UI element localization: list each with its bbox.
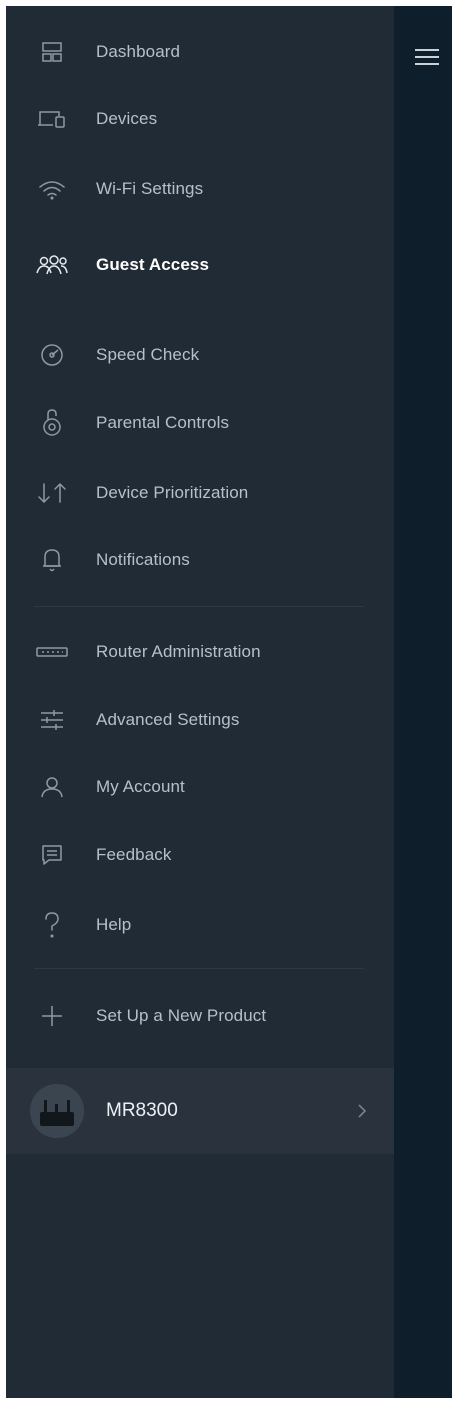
menu-item-speed-check[interactable]: Speed Check: [6, 327, 394, 383]
menu-item-label: Device Prioritization: [96, 483, 249, 502]
menu-item-label: Notifications: [96, 550, 190, 569]
menu-item-device-prioritization[interactable]: Device Prioritization: [6, 465, 394, 521]
menu-item-feedback[interactable]: Feedback: [6, 827, 394, 883]
menu-item-dashboard[interactable]: Dashboard: [6, 24, 394, 80]
menu-item-guest-access[interactable]: Guest Access: [6, 237, 394, 293]
menu-divider: [34, 606, 364, 607]
router-icon: [34, 637, 70, 667]
sliders-icon: [34, 705, 70, 735]
menu-item-wifi-settings[interactable]: Wi-Fi Settings: [6, 161, 394, 217]
devices-icon: [34, 104, 70, 134]
parental-controls-icon: [34, 408, 70, 438]
product-row-mr8300[interactable]: MR8300: [6, 1068, 394, 1154]
menu-item-label: Wi-Fi Settings: [96, 179, 204, 198]
menu-divider: [34, 968, 364, 969]
menu-item-label: My Account: [96, 777, 185, 796]
router-avatar: [30, 1084, 84, 1138]
navigation-drawer: Dashboard Devices Wi-Fi Settings Guest A…: [6, 6, 394, 1398]
menu-item-label: Guest Access: [96, 255, 210, 274]
menu-item-devices[interactable]: Devices: [6, 91, 394, 147]
guest-access-icon: [34, 250, 70, 280]
menu-item-parental-controls[interactable]: Parental Controls: [6, 395, 394, 451]
menu-item-my-account[interactable]: My Account: [6, 759, 394, 815]
menu-item-help[interactable]: Help: [6, 897, 394, 953]
menu-item-label: Router Administration: [96, 642, 261, 661]
speed-check-icon: [34, 340, 70, 370]
menu-item-notifications[interactable]: Notifications: [6, 532, 394, 588]
menu-item-advanced-settings[interactable]: Advanced Settings: [6, 692, 394, 748]
account-icon: [34, 772, 70, 802]
help-icon: [34, 910, 70, 940]
notifications-icon: [34, 545, 70, 575]
menu-item-label: Dashboard: [96, 42, 181, 61]
wifi-icon: [34, 174, 70, 204]
menu-item-label: Feedback: [96, 845, 172, 864]
plus-icon: [34, 1001, 70, 1031]
menu-item-set-up-new-product[interactable]: Set Up a New Product: [6, 988, 394, 1044]
chevron-right-icon: [356, 1103, 368, 1119]
menu-item-label: Parental Controls: [96, 413, 230, 432]
menu-item-label: Help: [96, 915, 132, 934]
device-prioritization-icon: [34, 478, 70, 508]
menu-item-label: Speed Check: [96, 345, 200, 364]
feedback-icon: [34, 840, 70, 870]
dashboard-icon: [34, 37, 70, 67]
menu-item-label: Advanced Settings: [96, 710, 240, 729]
menu-item-label: Set Up a New Product: [96, 1006, 267, 1025]
hamburger-menu-button[interactable]: [412, 42, 442, 72]
product-name: MR8300: [106, 1100, 178, 1121]
menu-item-router-administration[interactable]: Router Administration: [6, 624, 394, 680]
app-frame: Dashboard Devices Wi-Fi Settings Guest A…: [6, 6, 452, 1398]
hamburger-icon: [414, 47, 440, 67]
menu-item-label: Devices: [96, 109, 158, 128]
